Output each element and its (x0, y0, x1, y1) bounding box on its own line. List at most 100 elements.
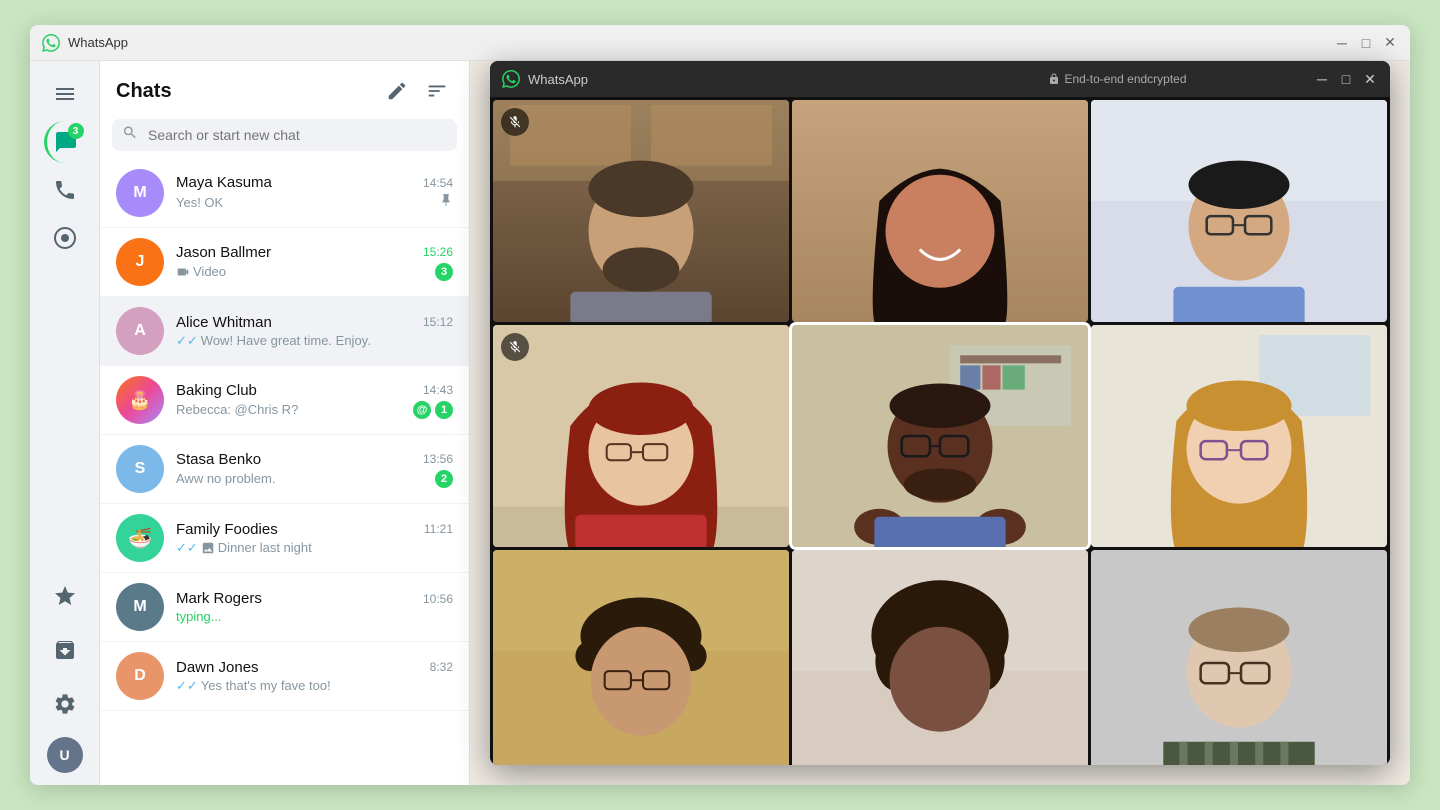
chat-info-maya: Maya Kasuma 14:54 Yes! OK (176, 174, 453, 212)
video-call-popup: WhatsApp End-to-end endcrypted ─ □ ✕ (490, 61, 1390, 765)
chat-item-alice[interactable]: A Alice Whitman 15:12 ✓✓ Wow! Have great… (100, 297, 469, 366)
video-grid (490, 97, 1390, 765)
avatar-jason: J (116, 238, 164, 286)
chat-time-stasa: 13:56 (423, 452, 453, 466)
my-avatar[interactable]: U (47, 737, 83, 773)
sidebar-bottom: U (44, 575, 86, 773)
chat-preview-family: ✓✓ Dinner last night (176, 540, 312, 556)
main-window: WhatsApp ─ □ ✕ 3 (30, 25, 1410, 785)
sidebar-item-starred[interactable] (44, 575, 86, 617)
video-title-appname: WhatsApp (528, 72, 921, 87)
chat-time-maya: 14:54 (423, 176, 453, 190)
chat-item-mark[interactable]: M Mark Rogers 10:56 typing... (100, 573, 469, 642)
avatar-baking: 🎂 (116, 376, 164, 424)
title-bar-title: WhatsApp (68, 35, 1334, 50)
title-bar: WhatsApp ─ □ ✕ (30, 25, 1410, 61)
chat-item-maya[interactable]: M Maya Kasuma 14:54 Yes! OK (100, 159, 469, 228)
chat-info-mark: Mark Rogers 10:56 typing... (176, 590, 453, 624)
sidebar-item-chats[interactable]: 3 (44, 121, 86, 163)
sidebar-item-archived[interactable] (44, 629, 86, 671)
chat-time-jason: 15:26 (423, 245, 453, 259)
video-cell-5 (792, 325, 1088, 547)
video-cell-6 (1091, 325, 1387, 547)
chat-info-family: Family Foodies 11:21 ✓✓ Dinner last nigh… (176, 521, 453, 556)
double-check-family: ✓✓ (176, 540, 198, 556)
close-button[interactable]: ✕ (1382, 35, 1398, 51)
sidebar: 3 U (30, 61, 100, 785)
new-chat-button[interactable] (381, 75, 413, 107)
app-body: 3 U (30, 61, 1410, 785)
chat-list: M Maya Kasuma 14:54 Yes! OK (100, 159, 469, 785)
avatar-mark: M (116, 583, 164, 631)
chat-list-title: Chats (116, 80, 172, 103)
avatar-alice: A (116, 307, 164, 355)
video-maximize-button[interactable]: □ (1338, 71, 1354, 87)
chat-preview-jason: Video (176, 264, 226, 279)
mention-badge-baking: @ (413, 401, 431, 419)
unread-badge-stasa: 2 (435, 470, 453, 488)
sidebar-item-menu[interactable] (44, 73, 86, 115)
whatsapp-logo (42, 34, 60, 52)
video-cell-3 (1091, 100, 1387, 322)
chat-preview-baking: Rebecca: @Chris R? (176, 402, 298, 417)
chat-time-baking: 14:43 (423, 383, 453, 397)
chat-time-family: 11:21 (424, 522, 453, 536)
chat-item-family[interactable]: 🍜 Family Foodies 11:21 ✓✓ Dinner last ni… (100, 504, 469, 573)
mute-icon-1 (501, 108, 529, 136)
filter-button[interactable] (421, 75, 453, 107)
chat-list-header: Chats (100, 61, 469, 115)
header-actions (381, 75, 453, 107)
chats-badge: 3 (68, 123, 84, 139)
video-cell-1 (493, 100, 789, 322)
unread-badge-baking: 1 (435, 401, 453, 419)
chat-name-stasa: Stasa Benko (176, 451, 261, 468)
sidebar-item-status[interactable] (44, 217, 86, 259)
pin-icon-maya (439, 193, 453, 212)
sidebar-item-calls[interactable] (44, 169, 86, 211)
chat-item-stasa[interactable]: S Stasa Benko 13:56 Aww no problem. 2 (100, 435, 469, 504)
chat-info-alice: Alice Whitman 15:12 ✓✓ Wow! Have great t… (176, 314, 453, 349)
video-title-bar: WhatsApp End-to-end endcrypted ─ □ ✕ (490, 61, 1390, 97)
chat-preview-alice: ✓✓ Wow! Have great time. Enjoy. (176, 333, 371, 349)
video-cell-9 (1091, 550, 1387, 765)
chat-time-alice: 15:12 (423, 315, 453, 329)
search-bar (112, 119, 457, 151)
search-input[interactable] (112, 119, 457, 151)
mute-icon-4 (501, 333, 529, 361)
chat-name-maya: Maya Kasuma (176, 174, 272, 191)
search-icon (122, 125, 138, 146)
chat-info-stasa: Stasa Benko 13:56 Aww no problem. 2 (176, 451, 453, 488)
chat-list-panel: Chats (100, 61, 470, 785)
chat-preview-dawn: ✓✓ Yes that's my fave too! (176, 678, 331, 694)
double-check-dawn: ✓✓ (176, 678, 198, 694)
chat-item-dawn[interactable]: D Dawn Jones 8:32 ✓✓ Yes that's my fave … (100, 642, 469, 711)
chat-item-baking[interactable]: 🎂 Baking Club 14:43 Rebecca: @Chris R? @… (100, 366, 469, 435)
chat-preview-mark: typing... (176, 609, 222, 624)
unread-badge-jason: 3 (435, 263, 453, 281)
chat-preview-maya: Yes! OK (176, 195, 223, 210)
title-bar-controls: ─ □ ✕ (1334, 35, 1398, 51)
maximize-button[interactable]: □ (1358, 35, 1374, 51)
chat-info-dawn: Dawn Jones 8:32 ✓✓ Yes that's my fave to… (176, 659, 453, 694)
video-whatsapp-logo (502, 70, 520, 88)
chat-name-mark: Mark Rogers (176, 590, 262, 607)
double-check-alice: ✓✓ (176, 333, 198, 349)
chat-time-dawn: 8:32 (430, 660, 453, 674)
minimize-button[interactable]: ─ (1334, 35, 1350, 51)
avatar-maya: M (116, 169, 164, 217)
video-close-button[interactable]: ✕ (1362, 71, 1378, 87)
avatar-dawn: D (116, 652, 164, 700)
chat-item-jason[interactable]: J Jason Ballmer 15:26 Video 3 (100, 228, 469, 297)
video-cell-8 (792, 550, 1088, 765)
video-window-controls: ─ □ ✕ (1314, 71, 1378, 87)
video-minimize-button[interactable]: ─ (1314, 71, 1330, 87)
chat-info-jason: Jason Ballmer 15:26 Video 3 (176, 244, 453, 281)
chat-time-mark: 10:56 (423, 592, 453, 606)
chat-preview-stasa: Aww no problem. (176, 471, 275, 486)
sidebar-item-settings[interactable] (44, 683, 86, 725)
video-cell-7 (493, 550, 789, 765)
video-cell-4 (493, 325, 789, 547)
chat-info-baking: Baking Club 14:43 Rebecca: @Chris R? @ 1 (176, 382, 453, 419)
encryption-label: End-to-end endcrypted (921, 72, 1314, 86)
chat-name-alice: Alice Whitman (176, 314, 272, 331)
